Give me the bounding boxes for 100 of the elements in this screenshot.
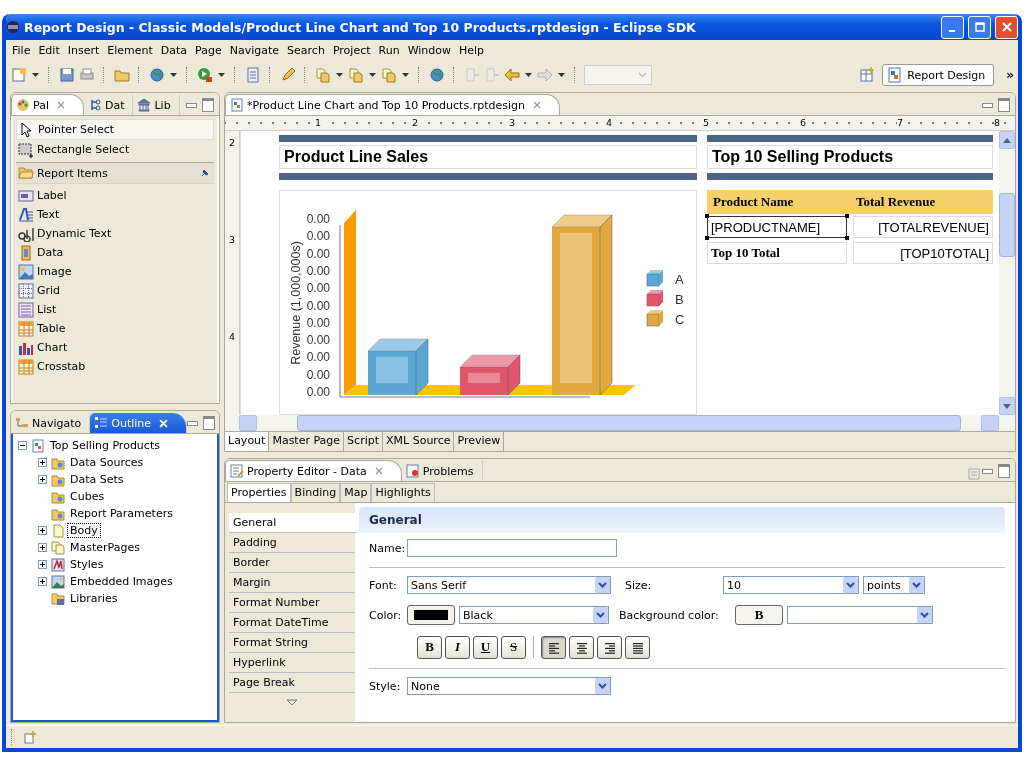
minimize-view-button[interactable] xyxy=(186,102,197,108)
scrollbar-thumb[interactable] xyxy=(999,193,1015,257)
editor-page-tab[interactable]: XML Source xyxy=(383,432,455,451)
minimize-view-button[interactable] xyxy=(982,468,993,474)
size-dropdown[interactable]: 10 xyxy=(723,576,859,594)
expand-icon[interactable] xyxy=(37,560,48,569)
palette-item[interactable]: List xyxy=(16,300,214,319)
palette-item[interactable]: Data xyxy=(16,243,214,262)
fast-view-icon[interactable] xyxy=(23,730,37,744)
menu-item[interactable]: Insert xyxy=(63,43,104,57)
dropdown-button[interactable] xyxy=(593,607,608,623)
scroll-up-icon[interactable] xyxy=(1003,137,1011,143)
menu-item[interactable]: Help xyxy=(455,43,489,57)
view-tab[interactable]: Dat xyxy=(83,95,134,115)
menu-item[interactable]: File xyxy=(8,43,35,57)
vertical-scrollbar[interactable] xyxy=(999,131,1015,415)
horizontal-scrollbar[interactable] xyxy=(225,415,1015,431)
format-button[interactable]: U xyxy=(473,635,498,659)
tree-item[interactable]: Body xyxy=(68,524,100,537)
close-icon[interactable] xyxy=(532,101,541,109)
menu-item[interactable]: Search xyxy=(283,43,329,57)
palette-item[interactable]: Grid xyxy=(16,281,214,300)
tree-item[interactable]: Data Sets xyxy=(68,473,126,486)
background-color-dropdown[interactable] xyxy=(787,606,933,624)
dropdown-button[interactable] xyxy=(917,607,932,623)
dropdown-caret-icon[interactable] xyxy=(170,73,177,77)
page-icon[interactable] xyxy=(315,67,331,83)
dropdown-button[interactable] xyxy=(595,678,610,694)
style-dropdown[interactable]: None xyxy=(407,677,611,695)
maximize-view-button[interactable] xyxy=(998,98,1010,112)
collapse-icon[interactable] xyxy=(17,441,28,450)
minimize-view-button[interactable] xyxy=(982,102,993,108)
globe-icon[interactable] xyxy=(149,67,165,83)
palette-item[interactable]: Label xyxy=(16,186,214,205)
view-tab[interactable]: Problems xyxy=(401,461,483,481)
menu-item[interactable]: Project xyxy=(328,43,375,57)
table-cell[interactable]: [TOTALREVENUE] xyxy=(853,216,993,238)
dropdown-caret-icon[interactable] xyxy=(336,73,343,77)
back-arrow-icon[interactable] xyxy=(504,67,520,83)
close-icon[interactable] xyxy=(56,101,65,109)
menu-item[interactable]: Navigate xyxy=(225,43,284,57)
format-button[interactable]: S xyxy=(501,635,526,659)
dropdown-caret-icon[interactable] xyxy=(402,73,409,77)
tree-item[interactable]: Report Parameters xyxy=(68,507,175,520)
palette-drawer[interactable]: Report Items xyxy=(16,162,214,184)
align-justify-button[interactable] xyxy=(625,635,650,659)
close-button[interactable] xyxy=(995,15,1018,39)
dropdown-button[interactable] xyxy=(909,577,924,593)
minimize-view-button[interactable] xyxy=(187,420,199,426)
view-tab[interactable]: Lib xyxy=(133,95,180,115)
unit-dropdown[interactable]: points xyxy=(863,576,925,594)
scroll-down-icon[interactable] xyxy=(1003,403,1011,409)
view-tab[interactable]: Property Editor - Data xyxy=(225,460,402,481)
expand-icon[interactable] xyxy=(37,543,48,552)
more-perspectives-button[interactable]: » xyxy=(1006,68,1014,82)
dropdown-button[interactable] xyxy=(595,577,610,593)
perspective-button[interactable]: Report Design xyxy=(882,64,995,86)
scroll-down-icon[interactable] xyxy=(286,699,298,706)
menu-item[interactable]: Data xyxy=(156,43,192,57)
palette-item[interactable]: Image xyxy=(16,262,214,281)
page-icon[interactable] xyxy=(381,67,397,83)
editor-page-tab[interactable]: Master Page xyxy=(269,432,345,451)
palette-item[interactable]: Table xyxy=(16,319,214,338)
editor-page-tab[interactable]: Script xyxy=(344,432,383,451)
globe-icon[interactable] xyxy=(429,67,445,83)
tree-item[interactable]: Data Sources xyxy=(68,456,146,469)
dropdown-caret-icon[interactable] xyxy=(369,73,376,77)
editor-tab[interactable]: *Product Line Chart and Top 10 Products.rptdesign xyxy=(225,94,560,115)
maximize-view-button[interactable] xyxy=(998,464,1010,478)
palette-item[interactable]: Text xyxy=(16,205,214,224)
property-tab[interactable]: Properties xyxy=(227,483,291,502)
font-dropdown[interactable]: Sans Serif xyxy=(407,576,611,594)
dropdown-caret-icon[interactable] xyxy=(32,73,39,77)
color-dropdown[interactable]: Black xyxy=(459,606,609,624)
align-right-button[interactable] xyxy=(597,635,622,659)
new-file-icon[interactable] xyxy=(11,67,27,83)
tree-item[interactable]: Embedded Images xyxy=(68,575,175,588)
maximize-view-button[interactable] xyxy=(203,416,216,430)
palette-tool[interactable]: Pointer Select xyxy=(16,119,214,140)
dropdown-button[interactable] xyxy=(843,577,858,593)
tree-item[interactable]: Libraries xyxy=(68,592,120,605)
align-center-button[interactable] xyxy=(569,635,594,659)
dropdown-caret-icon[interactable] xyxy=(218,73,225,77)
expand-icon[interactable] xyxy=(37,475,48,484)
tree-item[interactable]: Styles xyxy=(68,558,106,571)
menu-item[interactable]: Run xyxy=(374,43,404,57)
align-left-button[interactable] xyxy=(541,635,566,659)
pencil-icon[interactable] xyxy=(280,67,296,83)
maximize-button[interactable] xyxy=(968,15,991,39)
menu-item[interactable]: Window xyxy=(403,43,455,57)
save-icon[interactable] xyxy=(59,67,75,83)
pin-icon[interactable] xyxy=(200,168,210,178)
view-tab[interactable]: Outline xyxy=(90,413,188,433)
scrollbar-thumb[interactable] xyxy=(297,415,961,431)
menu-item[interactable]: Element xyxy=(103,43,157,57)
color-picker-button[interactable] xyxy=(407,605,455,625)
folder-icon[interactable] xyxy=(114,67,130,83)
background-color-button[interactable]: B xyxy=(735,605,783,625)
palette-item[interactable]: Crosstab xyxy=(16,357,214,376)
name-field[interactable] xyxy=(407,539,617,557)
